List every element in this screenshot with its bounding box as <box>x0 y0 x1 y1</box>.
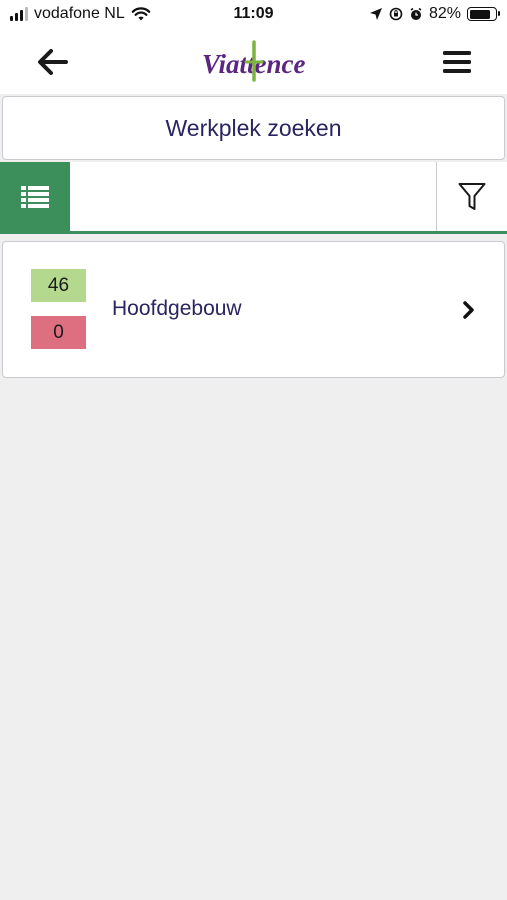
location-arrow-icon <box>369 8 382 20</box>
viattence-logo: Viattence <box>198 40 310 84</box>
hamburger-menu-icon <box>443 51 471 73</box>
filter-button[interactable] <box>436 162 507 231</box>
filter-input[interactable] <box>70 162 436 231</box>
location-card-hoofdgebouw[interactable]: 46 0 Hoofdgebouw <box>2 241 505 378</box>
top-navigation-bar: Viattence <box>0 30 507 94</box>
occupied-workplaces-badge: 0 <box>31 316 86 349</box>
status-bar: vodafone NL 11:09 82% <box>0 0 507 30</box>
status-right: 82% <box>369 5 500 23</box>
list-view-button[interactable] <box>0 162 70 231</box>
location-name: Hoofdgebouw <box>112 297 242 320</box>
menu-button[interactable] <box>436 44 478 80</box>
back-button[interactable] <box>32 44 72 80</box>
battery-fill <box>469 9 490 19</box>
list-view-icon <box>21 185 49 208</box>
arrow-left-icon <box>38 49 68 75</box>
battery-percentage: 82% <box>428 5 461 22</box>
free-workplaces-badge: 46 <box>31 269 86 302</box>
filter-toolbar <box>0 162 507 234</box>
alarm-icon <box>410 7 422 20</box>
funnel-filter-icon <box>458 182 486 210</box>
screen-lock-icon <box>389 7 403 21</box>
search-workplace-button[interactable]: Werkplek zoeken <box>2 96 505 160</box>
search-workplace-label: Werkplek zoeken <box>165 114 342 141</box>
battery-icon <box>467 7 500 21</box>
chevron-right-icon <box>459 299 479 321</box>
